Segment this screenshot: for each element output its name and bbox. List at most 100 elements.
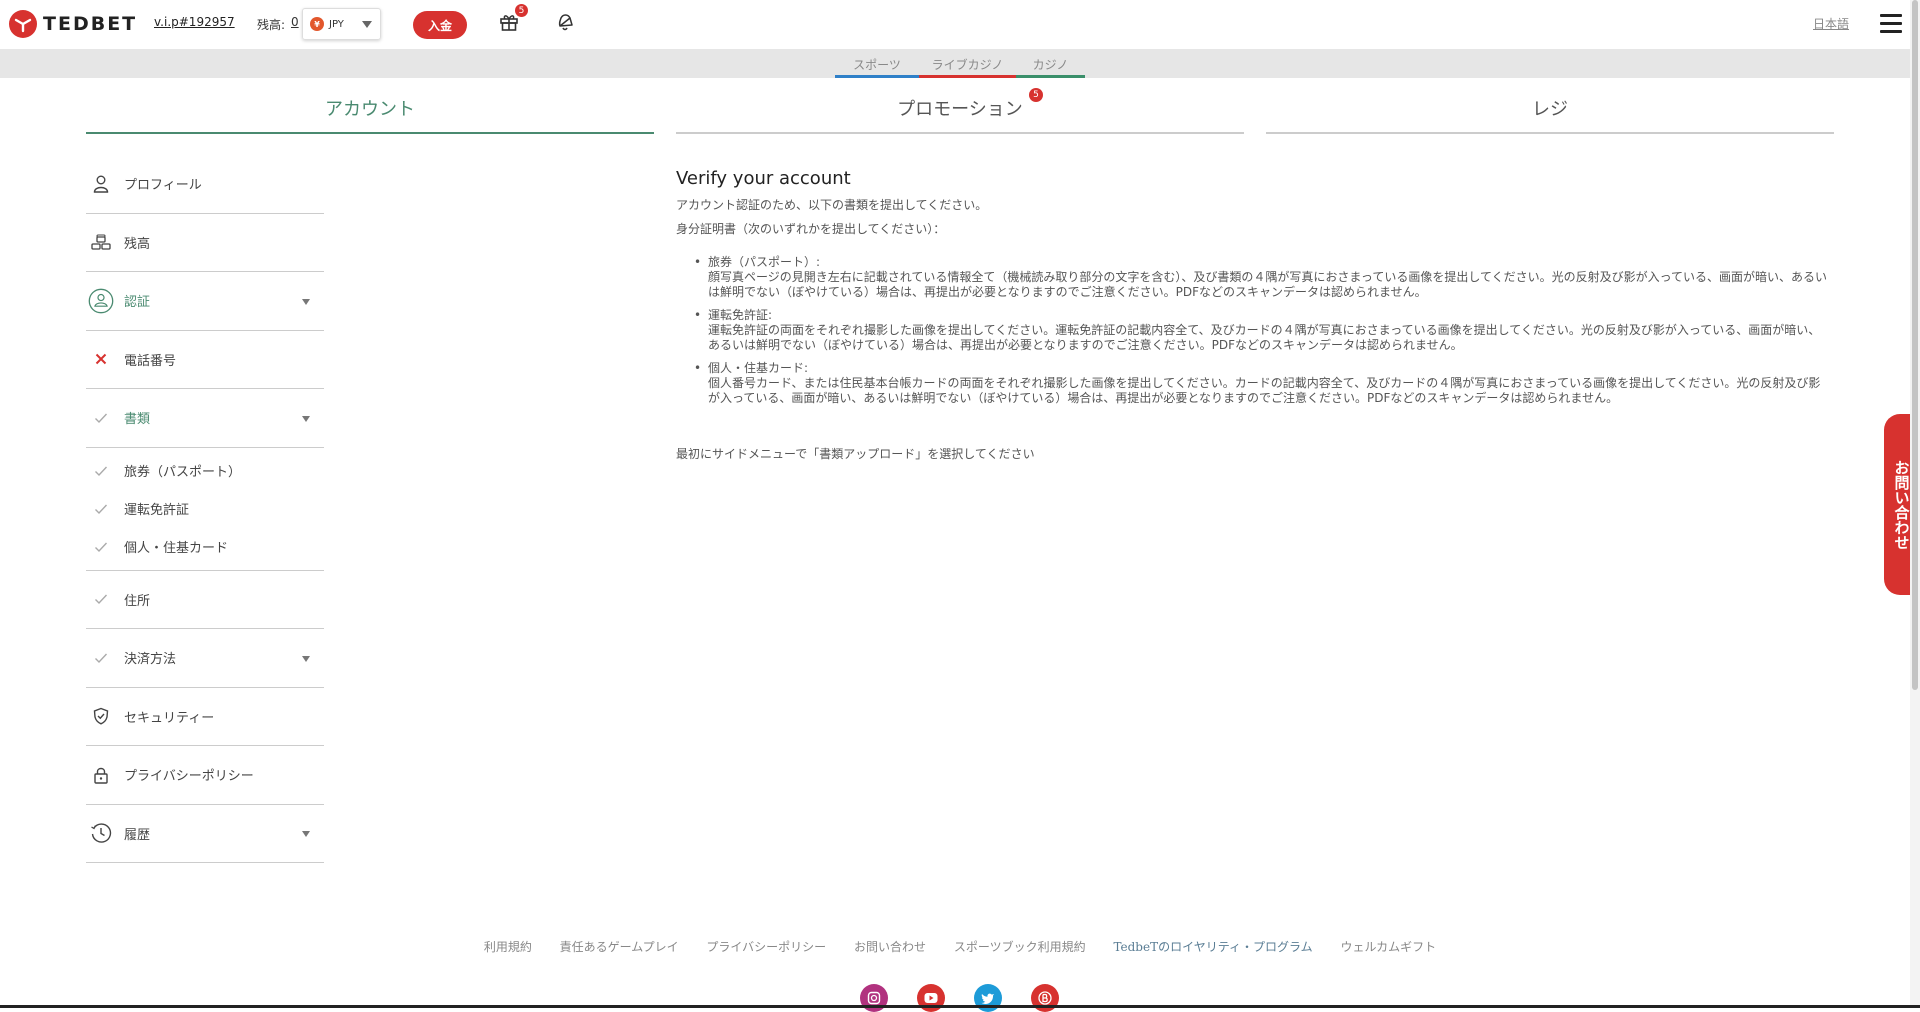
chevron-down-icon[interactable] xyxy=(302,298,310,305)
footer-link-welcome-gift[interactable]: ウェルカムギフト xyxy=(1341,940,1437,954)
sidebar-item-label: プライバシーポリシー xyxy=(124,769,254,785)
language-link[interactable]: 日本語 xyxy=(1813,15,1849,32)
footer-link-contact[interactable]: お問い合わせ xyxy=(854,940,926,954)
sidebar-subitem-label: 個人・住基カード xyxy=(124,541,229,556)
sidebar-subitem-passport[interactable]: 旅券（パスポート） xyxy=(86,452,324,490)
footer-link-terms[interactable]: 利用規約 xyxy=(484,940,532,954)
document-item-desc: 顔写真ページの見開き左右に記載されている情報全て（機械読み取り部分の文字を含む）… xyxy=(708,270,1828,299)
check-icon xyxy=(88,541,114,553)
subnav-casino[interactable]: カジノ xyxy=(1016,56,1085,78)
sidebar-item-balance[interactable]: 残高 xyxy=(86,214,324,272)
chevron-down-icon[interactable] xyxy=(302,831,310,838)
check-icon xyxy=(88,503,114,515)
sidebar-subitem-drivers-license[interactable]: 運転免許証 xyxy=(86,490,324,528)
id-document-label: 身分証明書（次のいずれかを提出してください）： xyxy=(676,222,946,236)
deposit-button[interactable]: 入金 xyxy=(413,11,467,39)
verification-intro: アカウント認証のため、以下の書類を提出してください。 xyxy=(676,198,988,212)
account-tabs: アカウント プロモーション 5 レジ xyxy=(0,78,1920,138)
subnav-sports[interactable]: スポーツ xyxy=(835,56,919,78)
tab-underline xyxy=(676,132,1244,134)
sidebar-item-label: 電話番号 xyxy=(124,353,177,369)
subnav-label: ライブカジノ xyxy=(931,58,1004,72)
vip-link[interactable]: v.i.p#192957 xyxy=(154,15,235,29)
top-header: TEDBET v.i.p#192957 残高: 0 ¥ JPY 入金 5 日本語 xyxy=(0,0,1920,49)
footer-links: 利用規約 責任あるゲームプレイ プライバシーポリシー お問い合わせ スポーツブッ… xyxy=(0,938,1920,955)
account-sidebar: プロフィール 残高 認証 電話番号 書類 旅券（パスポート） 運転免許証 個人・… xyxy=(86,155,324,863)
sidebar-subitem-id-card[interactable]: 個人・住基カード xyxy=(86,528,324,566)
document-item-desc: 運転免許証の両面をそれぞれ撮影した画像を提出してください。運転免許証の記載内容全… xyxy=(708,323,1821,352)
document-item: 旅券（パスポート）: 顔写真ページの見開き左右に記載されている情報全て（機械読み… xyxy=(692,255,1831,300)
subnav-label: カジノ xyxy=(1032,58,1069,72)
check-icon xyxy=(88,593,114,605)
currency-code: JPY xyxy=(329,18,344,30)
tab-account[interactable]: アカウント xyxy=(86,78,654,134)
cross-icon xyxy=(88,353,114,365)
sidebar-item-history[interactable]: 履歴 xyxy=(86,805,324,863)
sidebar-item-label: 履歴 xyxy=(124,827,151,843)
verified-user-icon xyxy=(88,286,114,316)
tedbet-logo[interactable]: TEDBET xyxy=(9,10,137,38)
document-item: 個人・住基カード: 個人番号カード、または住民基本台帳カードの両面をそれぞれ撮影… xyxy=(692,361,1831,406)
sidebar-item-label: 残高 xyxy=(124,236,151,252)
logo-mark-icon xyxy=(9,10,37,38)
lock-icon xyxy=(88,766,114,784)
yen-coin-icon: ¥ xyxy=(310,17,324,31)
subnav-live-casino[interactable]: ライブカジノ xyxy=(919,56,1016,78)
sidebar-item-label: 住所 xyxy=(124,593,151,609)
page-title: Verify your account xyxy=(676,168,851,189)
product-subnav: スポーツ ライブカジノ カジノ xyxy=(0,49,1920,78)
sidebar-item-label: 決済方法 xyxy=(124,652,177,668)
footer-link-privacy[interactable]: プライバシーポリシー xyxy=(706,940,826,954)
tab-underline xyxy=(1266,132,1834,134)
footer-link-sportsbook-terms[interactable]: スポーツブック利用規約 xyxy=(954,940,1086,954)
sidebar-item-privacy-policy[interactable]: プライバシーポリシー xyxy=(86,746,324,805)
sidebar-item-documents[interactable]: 書類 xyxy=(86,389,324,448)
shield-icon xyxy=(88,707,114,725)
sidebar-subitem-label: 運転免許証 xyxy=(124,503,190,518)
sidebar-item-label: 書類 xyxy=(124,412,151,428)
sidebar-item-security[interactable]: セキュリティー xyxy=(86,688,324,746)
tab-underline xyxy=(86,132,654,134)
chevron-down-icon xyxy=(362,21,372,28)
footer-link-responsible-gaming[interactable]: 責任あるゲームプレイ xyxy=(560,940,679,954)
chevron-down-icon[interactable] xyxy=(302,655,310,662)
document-list: 旅券（パスポート）: 顔写真ページの見開き左右に記載されている情報全て（機械読み… xyxy=(692,255,1831,406)
chevron-down-icon[interactable] xyxy=(302,415,310,422)
sidebar-item-verification[interactable]: 認証 xyxy=(86,272,324,331)
history-icon xyxy=(88,822,114,844)
tab-label: プロモーション xyxy=(897,99,1023,120)
page-scrollbar[interactable] xyxy=(1910,0,1920,1008)
scrollbar-thumb[interactable] xyxy=(1912,0,1918,690)
bell-icon[interactable] xyxy=(555,12,575,32)
promotion-badge: 5 xyxy=(1029,88,1043,102)
document-item-title: 個人・住基カード: xyxy=(708,361,809,375)
sidebar-item-payment-method[interactable]: 決済方法 xyxy=(86,629,324,688)
check-icon xyxy=(88,652,114,664)
sidebar-item-label: プロフィール xyxy=(124,178,202,194)
subnav-label: スポーツ xyxy=(853,58,901,72)
sidebar-item-address[interactable]: 住所 xyxy=(86,571,324,629)
tab-label: レジ xyxy=(1532,99,1568,120)
sidebar-subitem-label: 旅券（パスポート） xyxy=(124,465,242,480)
hamburger-menu-icon[interactable] xyxy=(1880,14,1902,34)
verification-content: Verify your account アカウント認証のため、以下の書類を提出し… xyxy=(676,168,1831,462)
document-item-desc: 個人番号カード、または住民基本台帳カードの両面をそれぞれ撮影した画像を提出してく… xyxy=(708,376,1821,405)
tab-cashier[interactable]: レジ xyxy=(1266,78,1834,134)
currency-select[interactable]: ¥ JPY xyxy=(302,8,381,40)
balance-value[interactable]: 0 xyxy=(291,15,299,29)
balance-label: 残高: xyxy=(257,18,286,32)
document-item: 運転免許証: 運転免許証の両面をそれぞれ撮影した画像を提出してください。運転免許… xyxy=(692,308,1831,353)
tab-label: アカウント xyxy=(325,99,415,120)
tab-promotion[interactable]: プロモーション 5 xyxy=(676,78,1244,134)
logo-text: TEDBET xyxy=(43,13,138,35)
sidebar-item-phone[interactable]: 電話番号 xyxy=(86,331,324,389)
document-item-title: 運転免許証: xyxy=(708,308,773,322)
footer-link-loyalty[interactable]: TedbeTのロイヤリティ・プログラム xyxy=(1113,940,1312,954)
upload-instruction: 最初にサイドメニューで「書類アップロード」を選択してください xyxy=(676,447,1035,461)
sidebar-item-profile[interactable]: プロフィール xyxy=(86,155,324,214)
sidebar-item-label: セキュリティー xyxy=(124,710,215,726)
documents-submenu: 旅券（パスポート） 運転免許証 個人・住基カード xyxy=(86,452,324,571)
coins-icon xyxy=(88,234,114,250)
document-item-title: 旅券（パスポート）: xyxy=(708,255,821,269)
sidebar-item-label: 認証 xyxy=(124,295,151,311)
